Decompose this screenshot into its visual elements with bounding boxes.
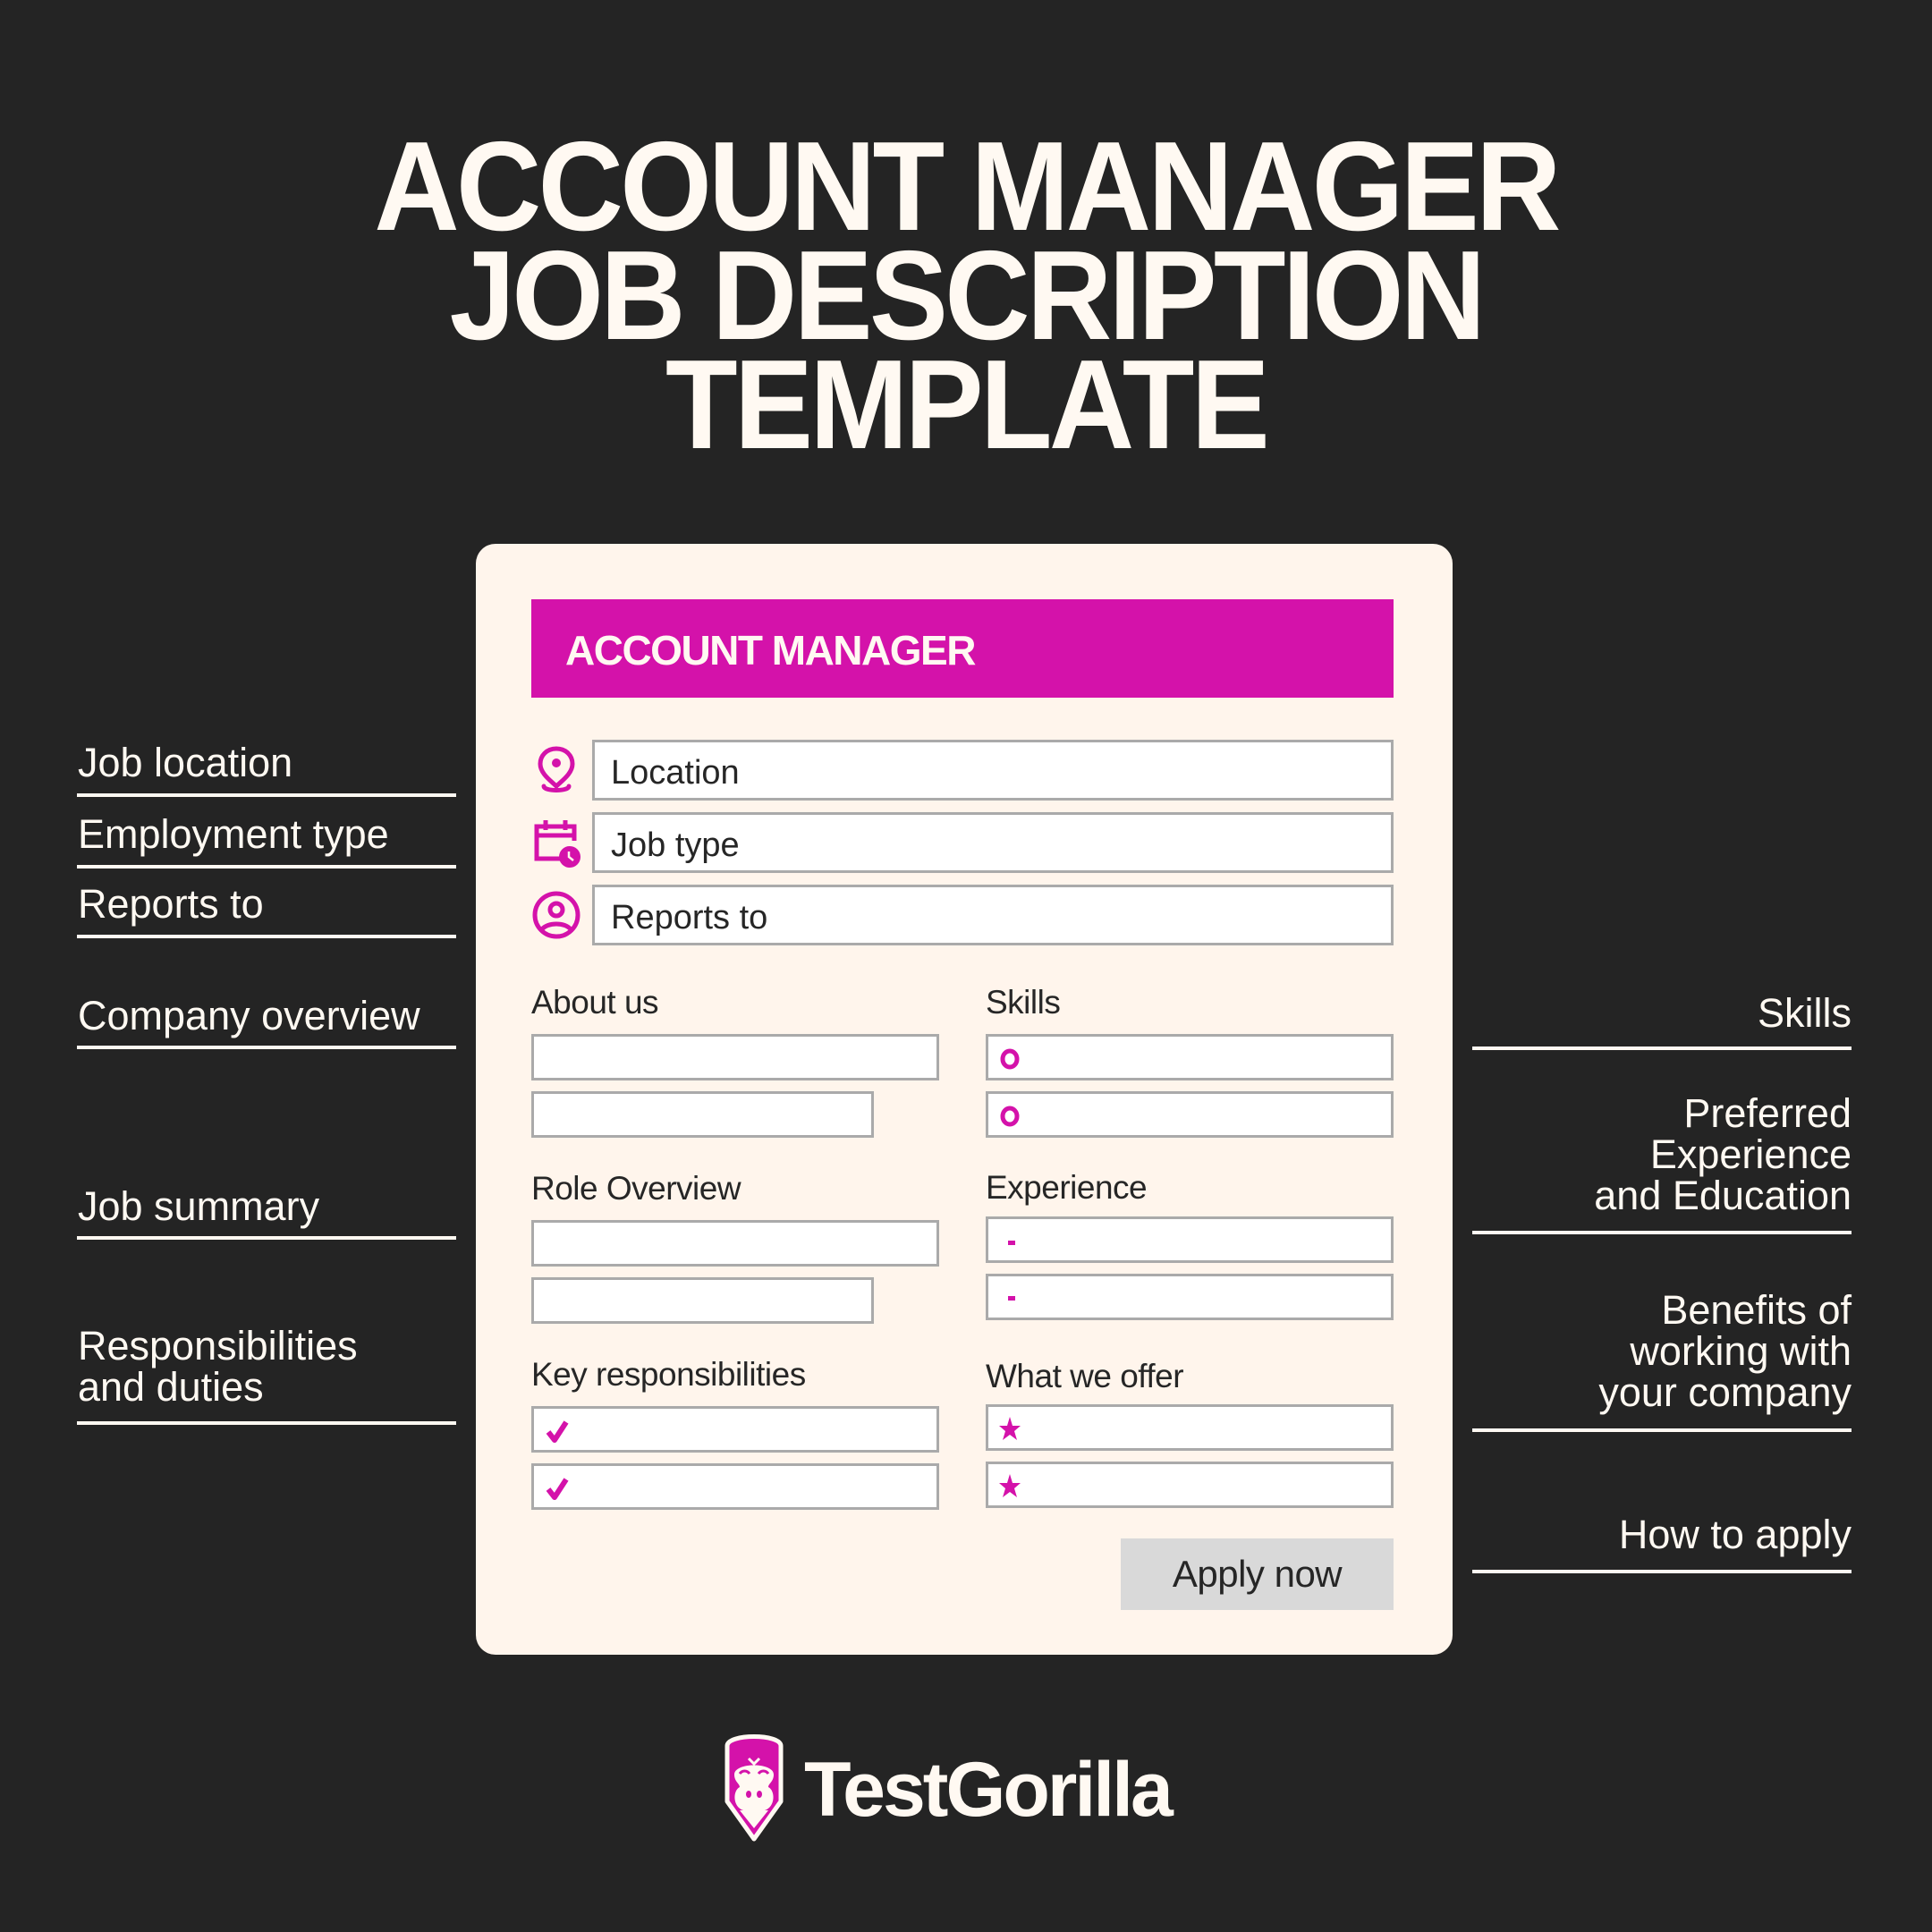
page-title: ACCOUNT MANAGER JOB DESCRIPTION TEMPLATE: [0, 123, 1932, 476]
checkmark-icon: [546, 1478, 569, 1500]
gorilla-logo-icon: [724, 1734, 784, 1842]
job-description-card: ACCOUNT MANAGER Location Job type Report…: [476, 544, 1453, 1655]
about-us-label: About us: [531, 984, 659, 1021]
user-circle-icon: [532, 891, 580, 939]
annotation-divider: [77, 935, 456, 938]
offer-field-2[interactable]: [986, 1462, 1394, 1508]
annotation-responsibilities: Responsibilities and duties: [78, 1323, 358, 1410]
job-type-row: Job type: [531, 812, 1394, 873]
skills-field-1[interactable]: [986, 1034, 1394, 1080]
about-us-field-1[interactable]: [531, 1034, 939, 1080]
annotation-reports-to: Reports to: [78, 881, 264, 927]
reports-to-value: Reports to: [611, 899, 768, 936]
location-value: Location: [611, 754, 740, 792]
annotation-company-overview: Company overview: [78, 993, 420, 1038]
ring-bullet-icon: [1000, 1048, 1020, 1070]
location-row: Location: [531, 740, 1394, 801]
testgorilla-logo: TestGorilla: [720, 1728, 1221, 1844]
skills-label: Skills: [986, 984, 1061, 1021]
job-type-field[interactable]: Job type: [592, 812, 1394, 873]
job-type-value: Job type: [611, 826, 740, 864]
reports-to-row: Reports to: [531, 885, 1394, 945]
location-pin-icon: [538, 746, 575, 792]
experience-field-2[interactable]: [986, 1274, 1394, 1320]
annotation-divider: [1472, 1231, 1852, 1234]
annotation-experience-education: Preferred Experience and Education: [1594, 1090, 1852, 1218]
job-title: ACCOUNT MANAGER: [565, 627, 976, 674]
skills-field-2[interactable]: [986, 1091, 1394, 1138]
about-us-field-2[interactable]: [531, 1091, 874, 1138]
key-responsibilities-label: Key responsibilities: [531, 1356, 806, 1393]
annotation-divider: [77, 1236, 456, 1240]
star-icon: [999, 1417, 1021, 1440]
annotation-divider: [1472, 1428, 1852, 1432]
job-title-banner: ACCOUNT MANAGER: [531, 599, 1394, 698]
experience-label: Experience: [986, 1169, 1148, 1206]
location-field[interactable]: Location: [592, 740, 1394, 801]
dash-bullet-icon: [1008, 1296, 1015, 1301]
annotation-job-summary: Job summary: [78, 1183, 320, 1229]
annotation-benefits: Benefits of working with your company: [1598, 1287, 1852, 1415]
responsibility-field-2[interactable]: [531, 1463, 939, 1510]
annotation-divider: [77, 793, 456, 797]
annotation-divider: [77, 865, 456, 869]
responsibility-field-1[interactable]: [531, 1406, 939, 1453]
offer-field-1[interactable]: [986, 1404, 1394, 1451]
dash-bullet-icon: [1008, 1241, 1015, 1245]
role-overview-label: Role Overview: [531, 1170, 741, 1207]
annotation-divider: [77, 1046, 456, 1049]
what-we-offer-label: What we offer: [986, 1358, 1184, 1394]
brand-name: TestGorilla: [804, 1747, 1174, 1833]
annotation-divider: [1472, 1570, 1852, 1573]
ring-bullet-icon: [1000, 1106, 1020, 1127]
experience-field-1[interactable]: [986, 1216, 1394, 1263]
annotation-how-to-apply: How to apply: [1618, 1512, 1852, 1557]
annotation-job-location: Job location: [78, 740, 293, 785]
annotation-divider: [77, 1421, 456, 1425]
role-overview-field-2[interactable]: [531, 1277, 874, 1324]
annotation-employment-type: Employment type: [78, 811, 389, 857]
annotation-skills: Skills: [1757, 990, 1852, 1036]
checkmark-icon: [546, 1420, 569, 1443]
star-icon: [999, 1474, 1021, 1497]
apply-now-button[interactable]: Apply now: [1121, 1538, 1394, 1610]
role-overview-field-1[interactable]: [531, 1220, 939, 1267]
annotation-divider: [1472, 1046, 1852, 1050]
calendar-clock-icon: [534, 820, 580, 868]
reports-to-field[interactable]: Reports to: [592, 885, 1394, 945]
title-line-3: TEMPLATE: [665, 334, 1270, 476]
